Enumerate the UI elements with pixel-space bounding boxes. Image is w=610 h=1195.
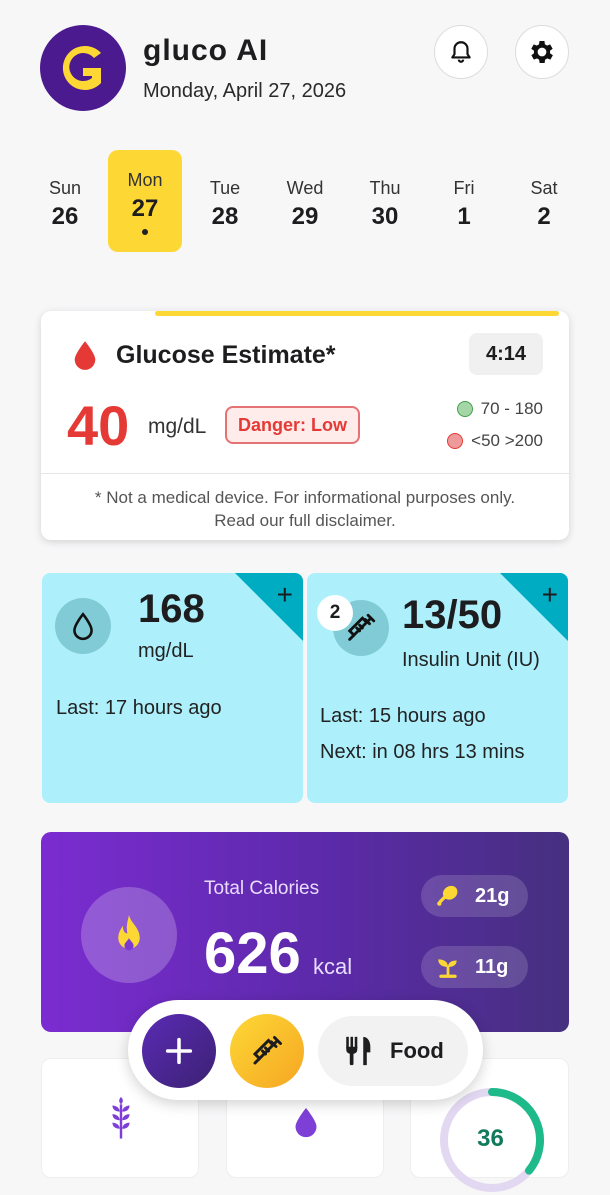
glucose-reading-tile[interactable]: + 168 mg/dL Last: 17 hours ago bbox=[42, 573, 303, 803]
insulin-unit: Insulin Unit (IU) bbox=[402, 649, 540, 671]
drumstick-icon bbox=[437, 885, 458, 906]
app-name: gluco AI bbox=[143, 34, 269, 67]
current-date: Monday, April 27, 2026 bbox=[143, 80, 347, 102]
day-thu[interactable]: Thu 30 bbox=[348, 150, 422, 252]
day-sun[interactable]: Sun 26 bbox=[28, 150, 102, 252]
log-food-button[interactable]: Food bbox=[318, 1016, 468, 1086]
disclaimer-link[interactable]: Read our full disclaimer. bbox=[41, 509, 569, 532]
protein-pill: 21g bbox=[421, 875, 528, 917]
add-insulin-button[interactable]: + bbox=[542, 579, 558, 611]
disclaimer-line-1: * Not a medical device. For informationa… bbox=[94, 488, 516, 507]
day-name: Fri bbox=[453, 178, 475, 198]
notifications-button[interactable] bbox=[434, 25, 488, 79]
log-insulin-button[interactable] bbox=[230, 1014, 304, 1088]
glucose-last-reading: Last: 17 hours ago bbox=[56, 697, 222, 719]
day-name: Thu bbox=[369, 178, 401, 198]
insulin-last-dose: Last: 15 hours ago bbox=[320, 705, 486, 727]
quick-action-bar: Food bbox=[128, 1000, 483, 1100]
day-name: Wed bbox=[286, 178, 324, 198]
day-mon[interactable]: Mon 27 bbox=[108, 150, 182, 252]
insulin-count-badge: 2 bbox=[317, 595, 353, 631]
calories-unit: kcal bbox=[313, 954, 353, 979]
selected-day-dot bbox=[142, 229, 148, 235]
day-wed[interactable]: Wed 29 bbox=[268, 150, 342, 252]
blood-drop-icon bbox=[74, 341, 96, 370]
glucose-timer: 4:14 bbox=[469, 333, 543, 375]
day-number: 2 bbox=[537, 203, 551, 230]
glucose-value: 40 bbox=[67, 394, 130, 457]
insulin-next-dose: Next: in 08 hrs 13 mins bbox=[320, 741, 525, 763]
add-glucose-button[interactable]: + bbox=[277, 579, 293, 611]
carbs-value: 11g bbox=[475, 955, 509, 978]
water-drop-circle bbox=[55, 598, 111, 654]
plus-icon bbox=[165, 1037, 193, 1065]
status-badge: Danger: Low bbox=[225, 406, 360, 444]
score-value: 36 bbox=[477, 1125, 504, 1152]
day-number: 26 bbox=[51, 203, 79, 230]
day-name: Sun bbox=[48, 178, 82, 198]
normal-range-dot bbox=[456, 401, 473, 417]
settings-button[interactable] bbox=[515, 25, 569, 79]
day-name: Mon bbox=[127, 170, 163, 190]
water-drop-icon bbox=[73, 612, 93, 641]
day-number: 27 bbox=[131, 195, 159, 222]
glucose-estimate-title: Glucose Estimate* bbox=[116, 341, 336, 369]
bell-icon bbox=[451, 41, 471, 63]
day-fri[interactable]: Fri 1 bbox=[427, 150, 501, 252]
day-name: Sat bbox=[530, 178, 558, 198]
utensils-icon bbox=[346, 1036, 371, 1066]
calories-label: Total Calories bbox=[204, 878, 320, 899]
disclaimer[interactable]: * Not a medical device. For informationa… bbox=[41, 473, 569, 532]
day-number: 29 bbox=[291, 203, 319, 230]
logo-g-icon bbox=[62, 46, 101, 90]
gear-icon bbox=[531, 41, 553, 63]
syringe-icon bbox=[252, 1036, 282, 1065]
day-tue[interactable]: Tue 28 bbox=[188, 150, 262, 252]
glucose-reading-value: 168 bbox=[138, 587, 205, 631]
insulin-tile[interactable]: + 2 13/50 Insulin Unit (IU) Last: 15 hou… bbox=[307, 573, 568, 803]
normal-range: 70 - 180 bbox=[456, 399, 543, 419]
glucose-reading-unit: mg/dL bbox=[138, 640, 194, 662]
glucose-estimate-card[interactable]: Glucose Estimate* 4:14 40 mg/dL Danger: … bbox=[41, 311, 569, 540]
flame-icon bbox=[118, 915, 140, 951]
day-number: 30 bbox=[371, 203, 399, 230]
day-sat[interactable]: Sat 2 bbox=[507, 150, 581, 252]
day-number: 28 bbox=[211, 203, 239, 230]
insulin-value: 13/50 bbox=[402, 593, 503, 637]
normal-range-text: 70 - 180 bbox=[480, 399, 543, 418]
app-logo bbox=[40, 25, 126, 111]
danger-range: <50 >200 bbox=[447, 431, 543, 451]
drop-icon bbox=[295, 1108, 317, 1138]
flame-circle bbox=[81, 887, 177, 983]
add-button[interactable] bbox=[142, 1014, 216, 1088]
glucose-unit: mg/dL bbox=[148, 415, 207, 438]
day-number: 1 bbox=[457, 203, 471, 230]
wheat-icon bbox=[112, 1097, 130, 1139]
protein-value: 21g bbox=[475, 884, 510, 907]
glucose-progress-bar bbox=[155, 311, 559, 316]
day-name: Tue bbox=[209, 178, 241, 198]
food-button-label: Food bbox=[390, 1038, 444, 1063]
danger-range-text: <50 >200 bbox=[471, 431, 543, 450]
danger-range-dot bbox=[447, 433, 464, 449]
calories-value: 626 bbox=[204, 921, 301, 986]
carbs-pill: 11g bbox=[421, 946, 528, 988]
sprout-icon bbox=[438, 959, 457, 978]
